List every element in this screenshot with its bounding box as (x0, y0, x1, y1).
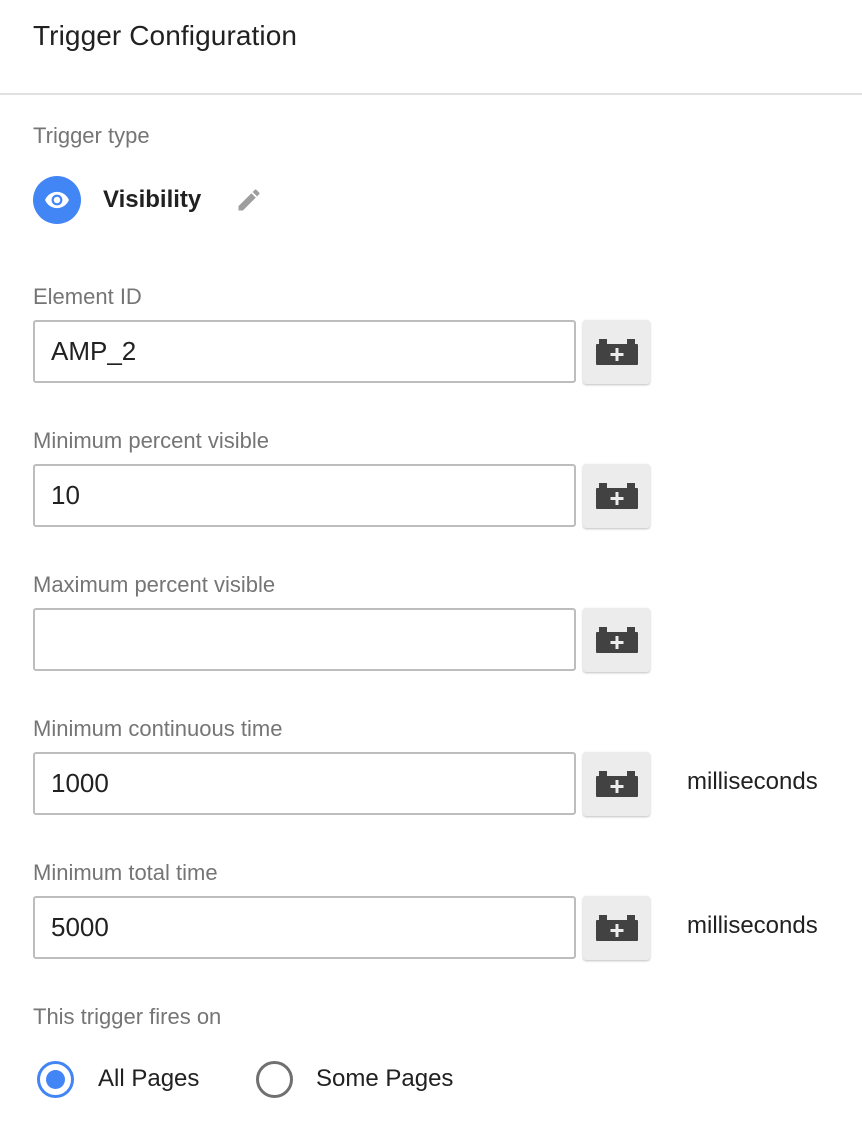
radio-all-pages-label: All Pages (98, 1065, 200, 1092)
min-percent-variable-button[interactable] (583, 464, 650, 528)
add-variable-icon (595, 915, 638, 941)
add-variable-icon (595, 339, 638, 365)
eye-icon (45, 191, 69, 209)
trigger-type-icon-badge (33, 176, 81, 224)
element-id-label: Element ID (33, 284, 142, 309)
min-total-time-variable-button[interactable] (583, 896, 650, 960)
trigger-type-label: Trigger type (33, 123, 150, 148)
radio-some-pages[interactable]: Some Pages (256, 1058, 453, 1100)
element-id-variable-button[interactable] (583, 320, 650, 384)
add-variable-icon (595, 483, 638, 509)
element-id-input[interactable] (33, 320, 576, 383)
max-percent-input[interactable] (33, 608, 576, 671)
add-variable-icon (595, 771, 638, 797)
radio-button-unchecked[interactable] (256, 1060, 293, 1098)
add-variable-icon (595, 627, 638, 653)
trigger-type-row[interactable]: Visibility (33, 176, 263, 224)
min-continuous-time-input[interactable] (33, 752, 576, 815)
min-percent-input[interactable] (33, 464, 576, 527)
max-percent-label: Maximum percent visible (33, 572, 276, 597)
max-percent-variable-button[interactable] (583, 608, 650, 672)
min-total-time-unit: milliseconds (687, 912, 818, 939)
trigger-type-name: Visibility (103, 186, 202, 213)
fires-on-label: This trigger fires on (33, 1004, 222, 1029)
min-total-time-input[interactable] (33, 896, 576, 959)
min-continuous-time-unit: milliseconds (687, 768, 818, 795)
min-total-time-label: Minimum total time (33, 860, 218, 885)
min-percent-label: Minimum percent visible (33, 428, 269, 453)
pencil-icon[interactable] (235, 186, 263, 214)
min-continuous-time-label: Minimum continuous time (33, 716, 283, 741)
dialog-header: Trigger Configuration (0, 0, 862, 95)
radio-some-pages-label: Some Pages (316, 1065, 454, 1092)
page-title: Trigger Configuration (33, 20, 298, 51)
min-continuous-time-variable-button[interactable] (583, 752, 650, 816)
radio-button-checked[interactable] (37, 1060, 74, 1098)
radio-all-pages[interactable]: All Pages (37, 1058, 199, 1100)
